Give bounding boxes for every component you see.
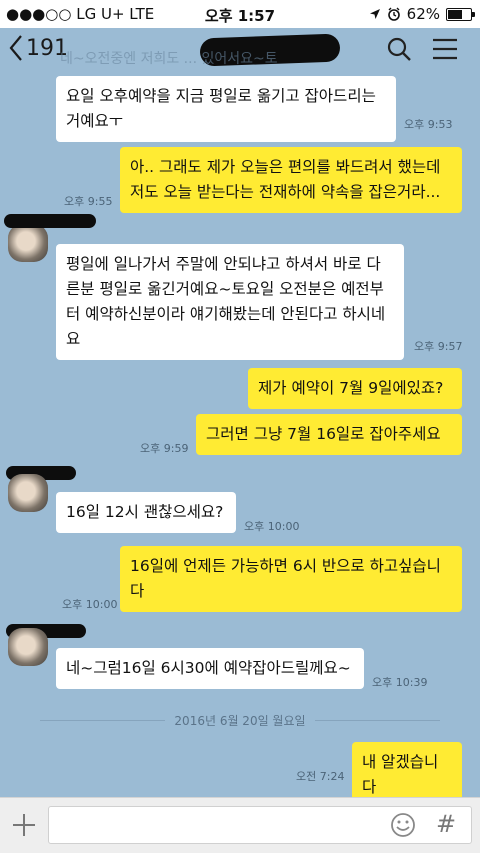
message-time: 오후 10:00 xyxy=(244,520,300,533)
message-time: 오후 9:59 xyxy=(140,442,189,455)
hash-icon[interactable]: # xyxy=(436,810,456,838)
message-text: 평일에 일나가서 주말에 안되냐고 하셔서 바로 다른분 평일로 옮긴거예요~토… xyxy=(66,255,386,348)
search-icon[interactable] xyxy=(386,36,412,62)
alarm-icon xyxy=(387,7,400,21)
battery-fill xyxy=(448,9,462,19)
plus-icon[interactable] xyxy=(10,811,38,839)
avatar[interactable] xyxy=(8,628,48,666)
message-time: 오전 7:24 xyxy=(296,770,345,783)
message-time: 오후 9:55 xyxy=(64,195,113,208)
message-text: 16일 12시 괜찮으세요? xyxy=(66,503,224,521)
message-time: 오후 10:00 xyxy=(62,598,118,611)
battery-icon xyxy=(446,7,475,21)
message-time: 오후 9:53 xyxy=(404,118,453,131)
message-time: 오후 9:57 xyxy=(414,340,463,353)
message-bubble-outgoing[interactable]: 제가 예약이 7월 9일에있죠? xyxy=(248,368,462,409)
back-chevron-icon xyxy=(9,35,22,61)
status-bar: ●●●○○ LG U+ LTE 오후 1:57 62% xyxy=(0,0,480,28)
date-divider: 2016년 6월 20일 월요일 xyxy=(0,712,480,729)
emoji-icon[interactable] xyxy=(390,812,416,838)
avatar[interactable] xyxy=(8,474,48,512)
message-bubble-incoming[interactable]: 요일 오후예약을 지금 평일로 옮기고 잡아드리는 거예요ㅜ xyxy=(56,76,396,142)
menu-icon[interactable] xyxy=(432,38,458,60)
avatar[interactable] xyxy=(8,224,48,262)
battery-percent: 62% xyxy=(406,5,440,23)
message-text: 제가 예약이 7월 9일에있죠? xyxy=(258,379,444,397)
scrolled-message-bleed: 네~오전중엔 저희도 ... 있어서요~토 xyxy=(60,51,278,67)
message-text: 그러면 그냥 7월 16일로 잡아주세요 xyxy=(206,425,441,443)
message-bubble-incoming[interactable]: 16일 12시 괜찮으세요? xyxy=(56,492,236,533)
message-text: 아.. 그래도 제가 오늘은 편의를 봐드려서 했는데 저도 오늘 받는다는 전… xyxy=(130,158,441,201)
message-text: 요일 오후예약을 지금 평일로 옮기고 잡아드리는 거예요ㅜ xyxy=(66,87,376,130)
message-time: 오후 10:39 xyxy=(372,676,428,689)
message-bubble-incoming[interactable]: 네~그럼16일 6시30에 예약잡아드릴께요~ xyxy=(56,648,364,689)
sender-name-redacted xyxy=(4,214,96,228)
message-text: 네~그럼16일 6시30에 예약잡아드릴께요~ xyxy=(66,659,351,677)
input-bar: # xyxy=(0,797,480,853)
message-bubble-incoming[interactable]: 평일에 일나가서 주말에 안되냐고 하셔서 바로 다른분 평일로 옮긴거예요~토… xyxy=(56,244,404,360)
message-bubble-outgoing[interactable]: 그러면 그냥 7월 16일로 잡아주세요 xyxy=(196,414,462,455)
message-text: 16일에 언제든 가능하면 6시 반으로 하고싶습니다 xyxy=(130,557,441,600)
back-button[interactable]: 191 xyxy=(8,34,68,62)
message-bubble-outgoing[interactable]: 아.. 그래도 제가 오늘은 편의를 봐드려서 했는데 저도 오늘 받는다는 전… xyxy=(120,147,462,213)
message-bubble-outgoing[interactable]: 16일에 언제든 가능하면 6시 반으로 하고싶습니다 xyxy=(120,546,462,612)
message-text: 내 알겠습니다 xyxy=(362,753,439,796)
location-icon xyxy=(369,9,380,19)
status-right: 62% xyxy=(369,5,475,23)
